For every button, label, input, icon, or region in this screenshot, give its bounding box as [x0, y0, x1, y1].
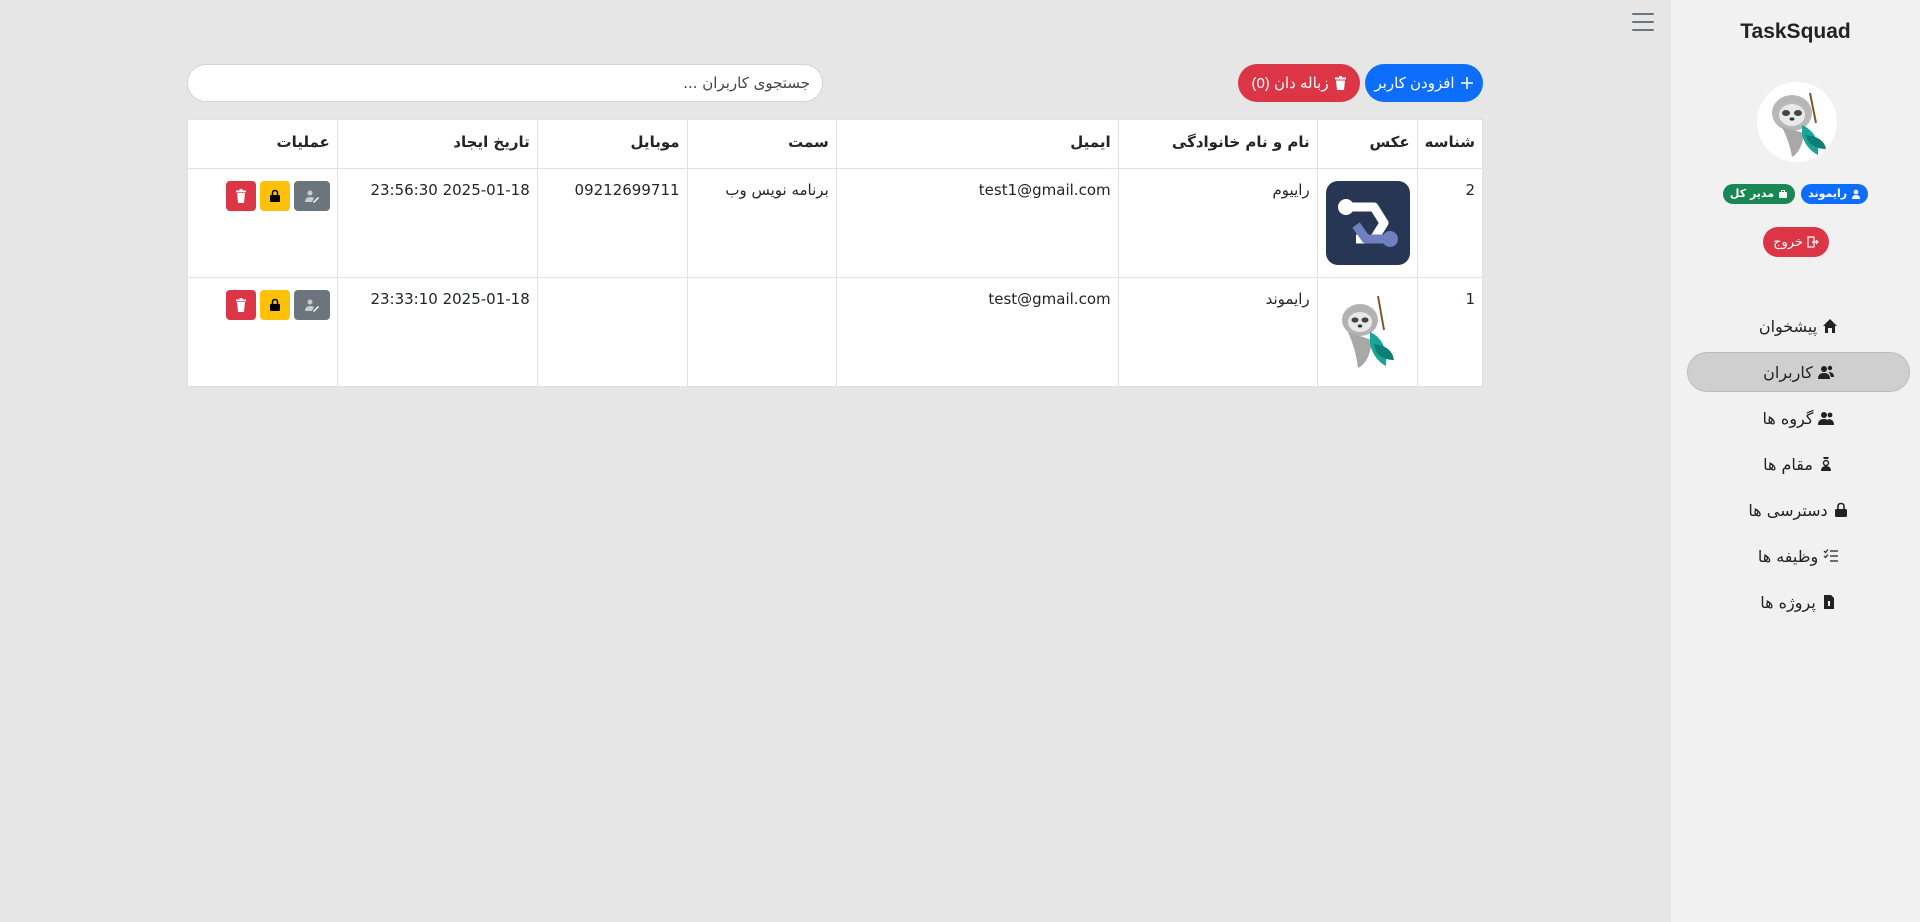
file-icon	[1823, 595, 1834, 609]
plus-icon	[1460, 77, 1473, 89]
sidebar-item-label: پروژه ها	[1760, 592, 1816, 612]
sidebar-item-label: گروه ها	[1762, 408, 1814, 428]
lock-user-button[interactable]	[259, 290, 290, 320]
person-badge-icon	[1820, 457, 1831, 471]
sidebar-item-dashboard[interactable]: پیشخوان	[1687, 306, 1910, 346]
col-position[interactable]: سمت	[686, 119, 837, 169]
edit-user-button[interactable]	[293, 290, 330, 320]
logout-button[interactable]: خروج	[1763, 227, 1829, 257]
trash-icon	[235, 298, 246, 312]
sidebar-item-groups[interactable]: گروه ها	[1687, 398, 1910, 438]
table-row: 2 راییوم test1@gmail.com برنامه نویس وب …	[187, 168, 1484, 278]
row-actions	[195, 290, 330, 320]
logout-label: خروج	[1773, 234, 1803, 249]
role-badge-label: مدیر کل	[1729, 187, 1775, 200]
trash-button[interactable]: زباله دان (0)	[1238, 64, 1360, 102]
cell-actions	[187, 168, 338, 278]
cell-email: test@gmail.com	[835, 277, 1119, 387]
col-mobile[interactable]: موبایل	[536, 119, 688, 169]
sidebar-item-tasks[interactable]: وظیفه ها	[1687, 536, 1910, 576]
logo-avatar	[1325, 181, 1410, 265]
edit-user-button[interactable]	[293, 181, 330, 211]
table-row: 1 رایموند test@gmail.com 2025-01-18 23:3…	[187, 277, 1484, 387]
logout-icon	[1807, 236, 1819, 248]
sidebar-item-users[interactable]: کاربران	[1687, 352, 1910, 392]
trash-icon	[235, 189, 246, 203]
sidebar-item-label: کاربران	[1763, 362, 1813, 382]
col-name[interactable]: نام و نام خانوادگی	[1117, 119, 1318, 169]
username-badge-label: رایموند	[1808, 187, 1848, 200]
profile-avatar	[1757, 82, 1837, 162]
sidebar-item-label: دسترسی ها	[1748, 500, 1828, 520]
cell-name: راییوم	[1117, 168, 1318, 278]
sidebar-item-permissions[interactable]: دسترسی ها	[1687, 490, 1910, 530]
role-badge: مدیر کل	[1722, 184, 1796, 204]
user-edit-icon	[304, 190, 319, 203]
sidebar-item-label: وظیفه ها	[1757, 546, 1819, 566]
delete-user-button[interactable]	[225, 181, 256, 211]
lock-user-button[interactable]	[259, 181, 290, 211]
group-icon	[1818, 412, 1835, 425]
sidebar-item-roles[interactable]: مقام ها	[1687, 444, 1910, 484]
lock-icon	[269, 189, 280, 202]
trash-label: زباله دان (0)	[1251, 75, 1329, 92]
username-badge: رایموند	[1801, 184, 1869, 204]
sidebar-item-label: مقام ها	[1763, 454, 1813, 474]
sidebar-item-projects[interactable]: پروژه ها	[1687, 582, 1910, 622]
lock-icon	[269, 298, 280, 311]
col-actions: عملیات	[187, 119, 338, 169]
users-icon	[1817, 365, 1834, 379]
sidebar-nav: پیشخوان کاربران گروه ها مقام ها دسترسی ه…	[1687, 306, 1910, 628]
user-icon	[1852, 189, 1861, 199]
cell-created: 2025-01-18 23:56:30	[336, 168, 538, 278]
cell-created: 2025-01-18 23:33:10	[336, 277, 538, 387]
sidebar: TaskSquad رایموند مدیر کل خروج پیشخوان ک…	[1670, 0, 1920, 922]
row-actions	[195, 181, 330, 211]
col-email[interactable]: ایمیل	[835, 119, 1119, 169]
sidebar-item-label: پیشخوان	[1758, 316, 1818, 336]
trash-icon	[1334, 76, 1346, 90]
add-user-button[interactable]: افزودن کاربر	[1365, 64, 1483, 102]
col-created[interactable]: تاریخ ایجاد	[336, 119, 538, 169]
sloth-avatar-image	[1772, 92, 1826, 157]
list-check-icon	[1823, 549, 1839, 562]
delete-user-button[interactable]	[225, 290, 256, 320]
briefcase-icon	[1779, 190, 1788, 198]
profile-badges: رایموند مدیر کل	[1671, 184, 1920, 204]
cell-mobile	[536, 277, 688, 387]
col-id[interactable]: شناسه	[1416, 119, 1484, 169]
home-icon	[1823, 319, 1838, 333]
cell-email: test1@gmail.com	[835, 168, 1119, 278]
add-user-label: افزودن کاربر	[1374, 75, 1455, 92]
cell-id: 1	[1416, 277, 1484, 387]
cell-mobile: 09212699711	[536, 168, 688, 278]
cell-position: برنامه نویس وب	[686, 168, 837, 278]
col-photo: عکس	[1316, 119, 1418, 169]
cell-photo	[1316, 277, 1418, 387]
menu-toggle-icon[interactable]	[1632, 13, 1654, 31]
cell-photo	[1316, 168, 1418, 278]
sloth-avatar	[1325, 290, 1410, 374]
cell-id: 2	[1416, 168, 1484, 278]
table-header-row: شناسه عکس نام و نام خانوادگی ایمیل سمت م…	[187, 119, 1484, 169]
cell-position	[686, 277, 837, 387]
cell-name: رایموند	[1117, 277, 1318, 387]
search-input[interactable]	[187, 64, 823, 102]
lock-icon	[1834, 502, 1847, 517]
cell-actions	[187, 277, 338, 387]
users-table: شناسه عکس نام و نام خانوادگی ایمیل سمت م…	[187, 119, 1484, 387]
user-edit-icon	[304, 299, 319, 312]
brand-title: TaskSquad	[1740, 20, 1851, 43]
